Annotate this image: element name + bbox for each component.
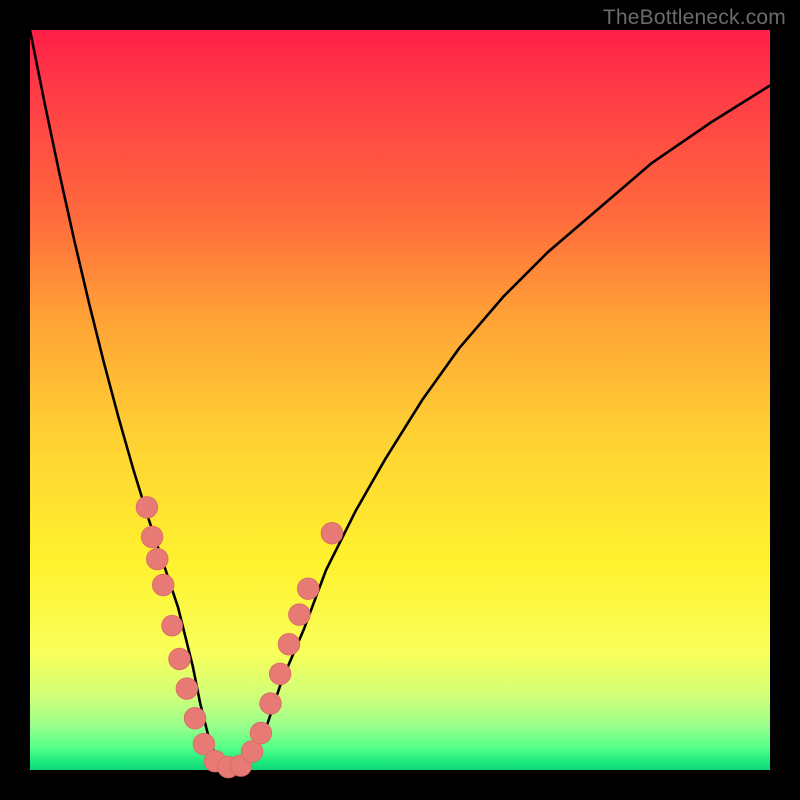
plot-area	[30, 30, 770, 770]
data-marker	[146, 548, 168, 570]
data-marker	[176, 678, 198, 700]
data-marker	[250, 722, 272, 744]
data-marker	[162, 615, 183, 636]
data-marker	[169, 648, 191, 670]
chart-frame: TheBottleneck.com	[0, 0, 800, 800]
data-marker	[136, 496, 158, 518]
data-marker	[269, 663, 291, 685]
data-marker	[184, 707, 206, 729]
curve-svg	[30, 30, 770, 770]
data-marker	[321, 522, 343, 544]
bottleneck-curve	[30, 30, 770, 769]
data-marker	[278, 633, 300, 655]
watermark-text: TheBottleneck.com	[603, 6, 786, 30]
data-marker	[152, 574, 174, 596]
data-marker	[141, 526, 163, 548]
data-marker	[260, 693, 282, 715]
data-marker	[297, 578, 319, 600]
data-markers	[136, 496, 343, 777]
data-marker	[289, 604, 311, 626]
